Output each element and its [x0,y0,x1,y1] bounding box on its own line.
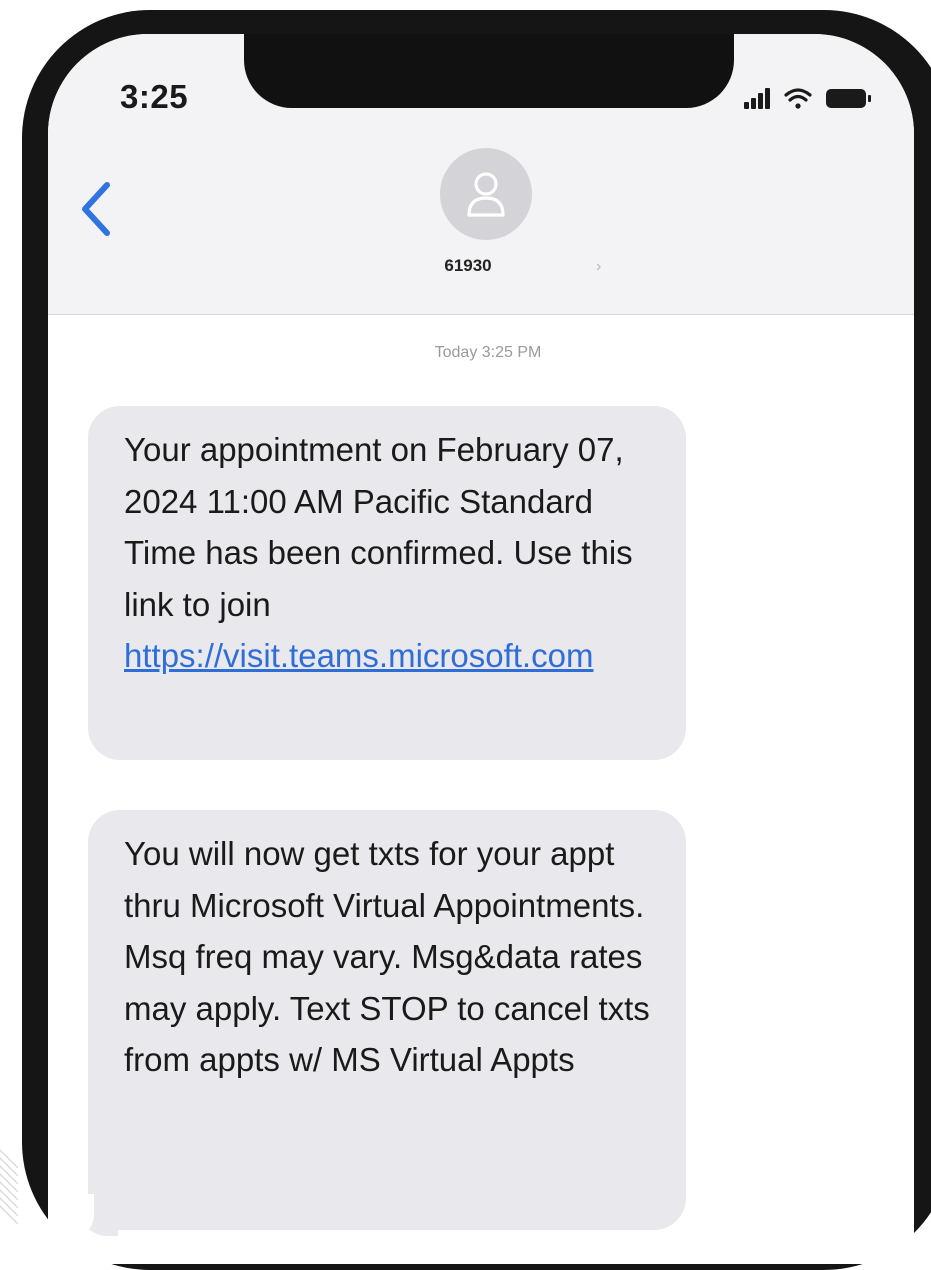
message-link[interactable]: https://visit.teams.microsoft.com [124,637,593,674]
contact-name[interactable]: 61930 [408,256,528,276]
chevron-right-icon[interactable]: › [596,258,601,276]
wifi-icon [784,88,812,109]
chevron-left-icon [82,182,110,236]
status-icons [738,84,878,114]
phone-notch [244,34,734,108]
message-text: Your appointment on February 07, 2024 11… [124,431,633,623]
messages-screen: 3:25 61930 › Today 3:25 PM Your appointm… [48,34,914,1264]
contact-avatar[interactable] [440,148,532,240]
signal-bars-icon [744,88,770,109]
bubble-tail-mask [58,1194,94,1240]
incoming-message-bubble[interactable]: Your appointment on February 07, 2024 11… [88,406,686,760]
message-timestamp: Today 3:25 PM [434,344,542,361]
status-time: 3:25 [120,78,189,115]
incoming-message-bubble[interactable]: You will now get txts for your appt thru… [88,810,686,1230]
edge-pattern [0,1150,18,1225]
conversation-header: 3:25 61930 › [48,34,914,315]
back-button[interactable] [66,174,126,244]
person-icon [467,172,505,217]
message-text: You will now get txts for your appt thru… [124,835,650,1078]
battery-icon [826,89,871,108]
